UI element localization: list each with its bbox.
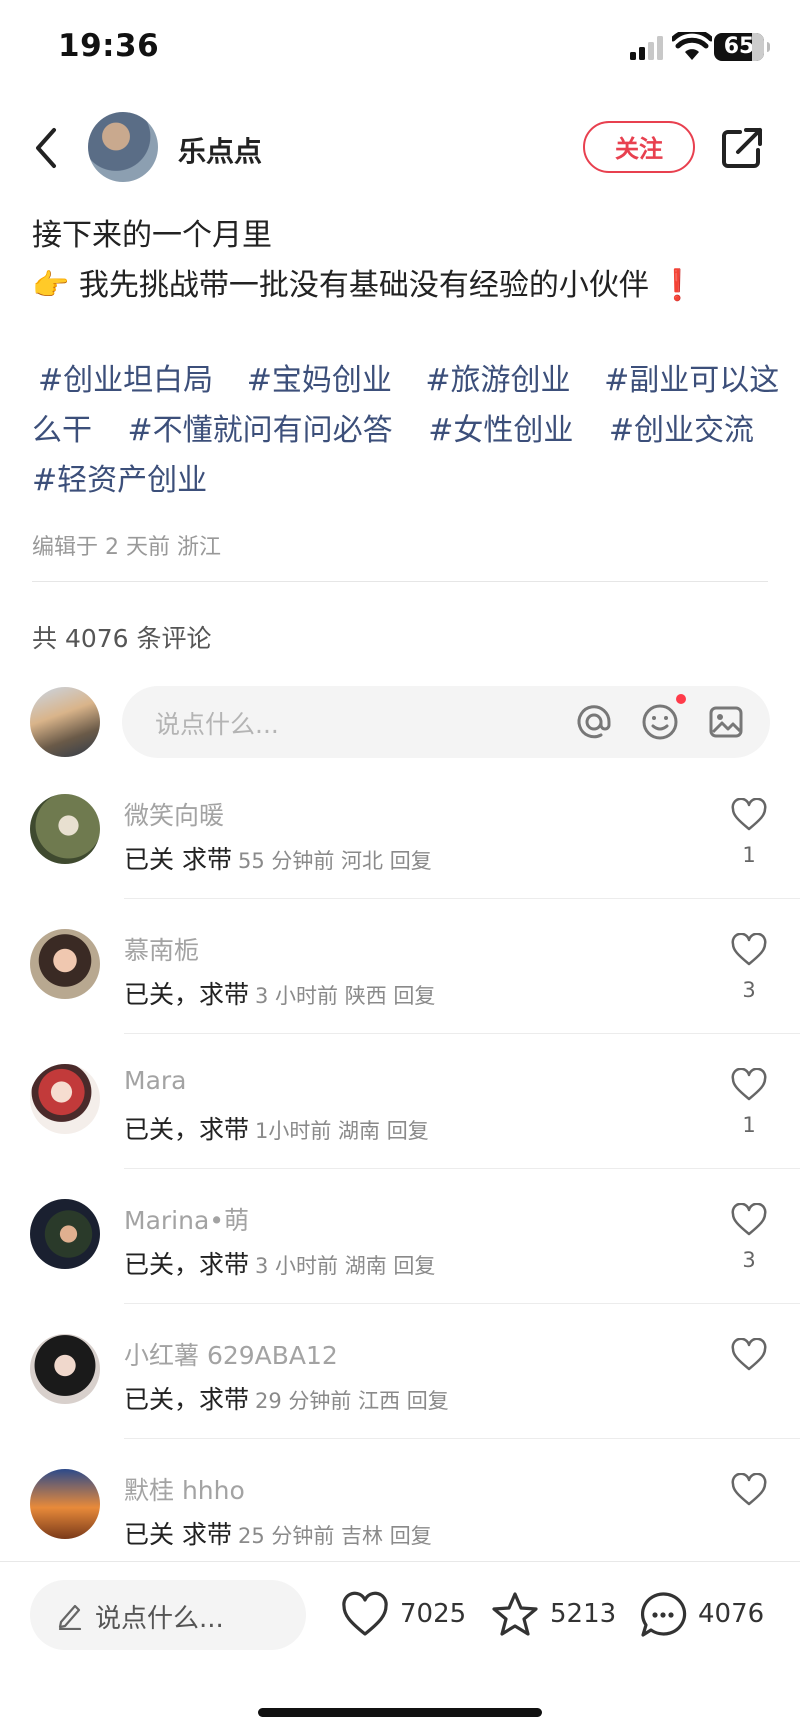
heart-icon[interactable]: [730, 798, 768, 832]
comment-text: 已关，求带 1小时前 湖南 回复: [124, 1110, 429, 1146]
comment-meta[interactable]: 3 小时前 湖南 回复: [255, 1254, 435, 1278]
hashtag[interactable]: #宝妈创业: [247, 363, 392, 398]
author-name[interactable]: 乐点点: [178, 130, 262, 170]
bottom-bar-divider: [0, 1561, 800, 1562]
image-icon[interactable]: [706, 702, 746, 742]
comment-divider: [124, 898, 800, 899]
commenter-avatar[interactable]: [30, 929, 100, 999]
hashtag[interactable]: #不懂就问有问必答: [128, 413, 393, 448]
comment-body: 已关，求带: [124, 980, 250, 1009]
comment-meta[interactable]: 1小时前 湖南 回复: [255, 1119, 429, 1143]
cellular-signal-icon: [630, 36, 663, 60]
hashtag[interactable]: #创业交流: [609, 413, 754, 448]
heart-icon[interactable]: [730, 1338, 768, 1372]
hashtag[interactable]: #轻资产创业: [32, 463, 207, 498]
comment-body: 已关 求带: [124, 1520, 232, 1549]
divider: [32, 581, 768, 582]
comment-like-count: 1: [742, 843, 756, 867]
pointing-hand-emoji: 👉: [32, 268, 70, 303]
commenter-name[interactable]: 小红薯 629ABA12: [124, 1336, 338, 1372]
back-arrow-icon[interactable]: [30, 126, 66, 170]
comment-like-count: 3: [742, 978, 756, 1002]
comment-count: 共 4076 条评论: [32, 624, 212, 653]
comment-body: 已关，求带: [124, 1385, 250, 1414]
post-text-line-2-body: 我先挑战带一批没有基础没有经验的小伙伴: [78, 268, 649, 303]
comment-bubble-icon[interactable]: [638, 1590, 688, 1640]
comment-divider: [124, 1033, 800, 1034]
home-indicator: [258, 1708, 542, 1717]
commenter-name[interactable]: 慕南栀: [124, 931, 199, 967]
comment-divider: [124, 1438, 800, 1439]
comment-meta[interactable]: 25 分钟前 吉林 回复: [238, 1524, 432, 1548]
post-text-line-2: 👉 我先挑战带一批没有基础没有经验的小伙伴 ❗: [32, 260, 696, 304]
comment-input-placeholder[interactable]: 说点什么...: [155, 705, 279, 741]
comment-body: 已关 求带: [124, 845, 232, 874]
like-heart-icon[interactable]: [340, 1590, 390, 1640]
status-time: 19:36: [58, 28, 160, 64]
commenter-avatar[interactable]: [30, 794, 100, 864]
bottom-input-placeholder[interactable]: 说点什么...: [95, 1598, 224, 1635]
emoji-notification-dot: [676, 694, 686, 704]
my-avatar: [30, 687, 100, 757]
comment-divider: [124, 1168, 800, 1169]
comment-body: 已关，求带: [124, 1115, 250, 1144]
commenter-name[interactable]: 默桂 hhho: [124, 1471, 245, 1507]
hashtag[interactable]: #创业坦白局: [38, 363, 213, 398]
hashtag-row: #创业坦白局 #宝妈创业 #旅游创业 #副业可以这: [32, 356, 779, 406]
hashtag[interactable]: 么干: [32, 413, 92, 448]
pencil-icon: [58, 1604, 82, 1630]
hashtag-list: #创业坦白局 #宝妈创业 #旅游创业 #副业可以这 么干 #不懂就问有问必答 #…: [32, 356, 779, 506]
heart-icon[interactable]: [730, 1473, 768, 1507]
hashtag[interactable]: #副业可以这: [604, 363, 779, 398]
commenter-name[interactable]: Mara: [124, 1066, 187, 1095]
follow-button[interactable]: 关注: [583, 121, 695, 173]
hashtag[interactable]: #旅游创业: [425, 363, 570, 398]
comment-text: 已关，求带 3 小时前 湖南 回复: [124, 1245, 435, 1281]
heart-icon[interactable]: [730, 1203, 768, 1237]
wifi-icon: [672, 32, 712, 60]
comment-body: 已关，求带: [124, 1250, 250, 1279]
mention-at-icon[interactable]: [574, 702, 614, 742]
commenter-avatar[interactable]: [30, 1469, 100, 1539]
exclamation-emoji: ❗: [658, 268, 696, 303]
hashtag-row: #轻资产创业: [32, 456, 772, 506]
comment-text: 已关 求带 25 分钟前 吉林 回复: [124, 1515, 432, 1551]
author-avatar[interactable]: [88, 112, 158, 182]
like-count: 7025: [400, 1599, 467, 1629]
comment-like-count: 1: [742, 1113, 756, 1137]
comment-total-count: 4076: [698, 1599, 765, 1629]
battery-level: 65: [723, 34, 755, 59]
comment-meta[interactable]: 29 分钟前 江西 回复: [255, 1389, 449, 1413]
comment-text: 已关 求带 55 分钟前 河北 回复: [124, 840, 432, 876]
hashtag-row: 么干 #不懂就问有问必答 #女性创业 #创业交流: [32, 406, 772, 456]
commenter-avatar[interactable]: [30, 1064, 100, 1134]
commenter-name[interactable]: Marina•萌: [124, 1201, 249, 1237]
battery-indicator: 65: [714, 33, 770, 61]
commenter-name[interactable]: 微笑向暖: [124, 796, 224, 832]
comment-text: 已关，求带 3 小时前 陕西 回复: [124, 975, 435, 1011]
heart-icon[interactable]: [730, 933, 768, 967]
comment-text: 已关，求带 29 分钟前 江西 回复: [124, 1380, 449, 1416]
post-text-line-1: 接下来的一个月里: [32, 218, 272, 253]
commenter-avatar[interactable]: [30, 1334, 100, 1404]
heart-icon[interactable]: [730, 1068, 768, 1102]
comment-divider: [124, 1303, 800, 1304]
commenter-avatar[interactable]: [30, 1199, 100, 1269]
hashtag[interactable]: #女性创业: [428, 413, 573, 448]
emoji-icon[interactable]: [640, 702, 680, 742]
post-edit-meta: 编辑于 2 天前 浙江: [32, 535, 221, 560]
collect-count: 5213: [550, 1599, 617, 1629]
comment-like-count: 3: [742, 1248, 756, 1272]
collect-star-icon[interactable]: [490, 1590, 540, 1640]
share-icon[interactable]: [720, 126, 764, 170]
comment-meta[interactable]: 55 分钟前 河北 回复: [238, 849, 432, 873]
comment-meta[interactable]: 3 小时前 陕西 回复: [255, 984, 435, 1008]
